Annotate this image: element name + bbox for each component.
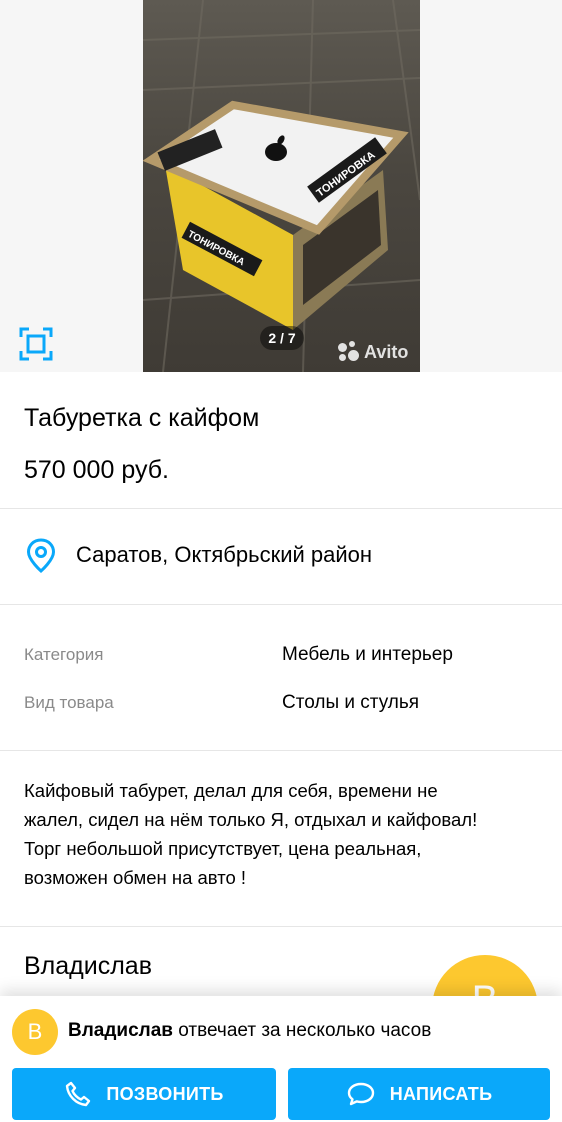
divider	[0, 750, 562, 751]
seller-name-heading[interactable]: Владислав	[24, 952, 152, 981]
phone-icon	[66, 1081, 91, 1107]
seller-response-line: Владислав отвечает за несколько часов	[68, 1020, 431, 1042]
write-button-label: НАПИСАТЬ	[389, 1083, 493, 1104]
param-value-item-type: Столы и стулья	[282, 692, 420, 713]
seller-name[interactable]: Владислав	[68, 1020, 173, 1041]
listing-description: Кайфовый табурет, делал для себя, времен…	[24, 776, 544, 892]
seller-response-time: отвечает за несколько часов	[178, 1020, 432, 1041]
param-label-item-type: Вид товара	[24, 693, 114, 712]
listing-price: 570 000 руб.	[24, 456, 169, 484]
seller-avatar[interactable]: В	[12, 1009, 58, 1055]
listing-title: Табуретка с кайфом	[24, 404, 260, 432]
description-line: жалел, сидел на нём только Я, отдыхал и …	[24, 809, 478, 830]
description-line: возможен обмен на авто !	[24, 867, 247, 888]
photo-counter: 2 / 7	[260, 326, 304, 350]
chat-icon	[347, 1082, 374, 1106]
divider	[0, 926, 562, 927]
avito-logo-icon	[338, 341, 360, 363]
fullscreen-button[interactable]	[18, 326, 54, 362]
watermark-text: Avito	[364, 341, 409, 362]
listing-photo[interactable]: ТОНИРОВКА ТОНИРОВКА	[143, 0, 420, 372]
avito-watermark: Avito	[338, 340, 408, 364]
divider	[0, 508, 562, 509]
listing-location[interactable]: Саратов, Октябрьский район	[76, 542, 372, 568]
description-line: Кайфовый табурет, делал для себя, времен…	[24, 780, 438, 801]
contact-bottom-sheet: В Владислав отвечает за несколько часов …	[0, 996, 562, 1122]
param-label-category: Категория	[24, 645, 104, 664]
fullscreen-icon	[19, 327, 53, 361]
stool-photo-illustration: ТОНИРОВКА ТОНИРОВКА	[143, 0, 420, 372]
description-line: Торг небольшой присутствует, цена реальн…	[24, 838, 422, 859]
call-button[interactable]: ПОЗВОНИТЬ	[12, 1068, 276, 1120]
divider	[0, 604, 562, 605]
location-pin-icon	[26, 538, 56, 574]
call-button-label: ПОЗВОНИТЬ	[106, 1083, 224, 1104]
write-button[interactable]: НАПИСАТЬ	[288, 1068, 550, 1120]
param-value-category: Мебель и интерьер	[282, 644, 453, 665]
photo-gallery[interactable]: ТОНИРОВКА ТОНИРОВКА 2 / 7 Avito	[0, 0, 562, 372]
